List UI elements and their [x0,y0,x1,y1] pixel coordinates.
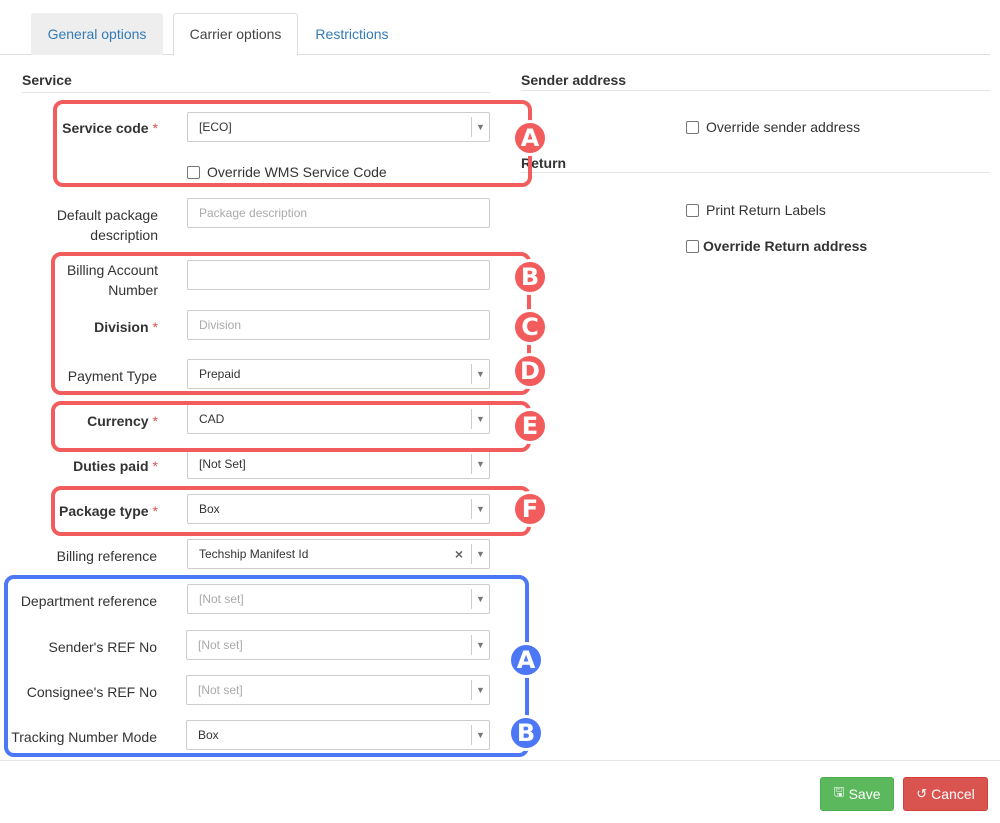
marker-blue-a: A [508,642,544,678]
billing-reference-label: Billing reference [56,548,157,564]
service-divider [22,92,490,93]
marker-red-f: F [512,491,548,527]
save-button[interactable]: 🖫 Save [820,777,894,811]
annotation-frame-e [51,401,531,452]
return-divider [521,172,990,173]
override-return-checkbox[interactable]: Override Return address [686,238,867,254]
marker-red-c: C [512,309,548,345]
floppy-icon: 🖫 [833,784,845,799]
default-package-label: Default package description [56,207,158,243]
billing-reference-select[interactable]: Techship Manifest Id × ▼ [187,539,490,569]
override-sender-checkbox[interactable]: Override sender address [686,119,860,135]
service-section-title: Service [22,72,72,88]
tab-restrictions[interactable]: Restrictions [303,13,401,55]
override-return-label: Override Return address [703,238,868,254]
clear-icon[interactable]: × [455,540,463,568]
footer-divider [0,760,1000,761]
cancel-button[interactable]: ↺ Cancel [903,777,988,811]
package-description-input[interactable]: Package description [187,198,490,228]
annotation-frame-bcd [51,252,531,395]
caret-down-icon: ▼ [471,454,489,474]
annotation-frame-f [51,486,531,536]
tab-general-options[interactable]: General options [31,13,163,55]
save-label: Save [848,786,881,802]
annotation-frame-blue [4,575,529,757]
sender-divider [521,90,990,91]
tab-carrier-options[interactable]: Carrier options [173,13,298,56]
tab-bar: General options Carrier options Restrict… [0,0,990,56]
annotation-frame-a [53,100,532,187]
marker-red-b: B [512,259,548,295]
undo-icon: ↺ [916,786,928,801]
print-return-label: Print Return Labels [706,202,826,218]
checkbox-box[interactable] [686,120,699,134]
print-return-checkbox[interactable]: Print Return Labels [686,202,826,218]
duties-paid-label: Duties paid * [73,458,158,474]
marker-blue-b: B [508,715,544,751]
checkbox-box[interactable] [686,203,699,217]
caret-down-icon: ▼ [471,544,489,564]
duties-paid-select[interactable]: [Not Set] ▼ [187,449,490,479]
cancel-label: Cancel [931,786,975,802]
marker-red-e: E [512,408,548,444]
override-sender-label: Override sender address [706,119,861,135]
checkbox-box[interactable] [686,239,699,253]
marker-red-d: D [512,353,548,389]
marker-red-a: A [512,120,548,156]
sender-address-section-title: Sender address [521,72,627,88]
